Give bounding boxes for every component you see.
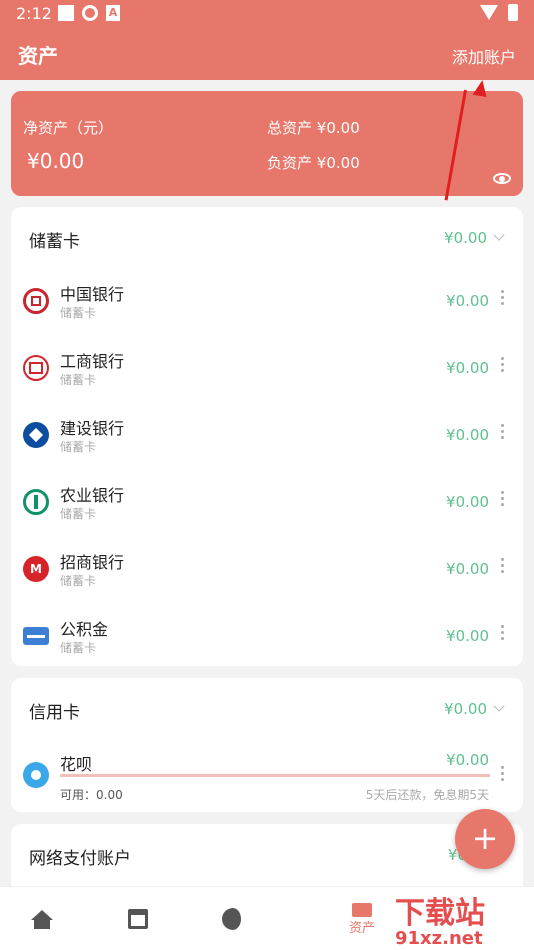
account-value: ¥0.00 [446, 426, 489, 444]
page-title: 资产 [18, 44, 58, 68]
wifi-icon [480, 5, 498, 20]
more-vert-icon[interactable] [501, 424, 505, 442]
status-time: 2:12 [16, 4, 52, 23]
app-bar: 资产 添加账户 [0, 28, 534, 80]
watermark-line2: 91xz.net [395, 928, 483, 949]
account-value: ¥0.00 [446, 292, 489, 310]
nav-home[interactable] [12, 887, 72, 950]
debt-assets-value: ¥0.00 [316, 154, 360, 172]
debt-assets-row: 负资产 ¥0.00 [267, 152, 360, 173]
account-row-boc[interactable]: 中国银行 储蓄卡 ¥0.00 [11, 266, 523, 333]
savings-section: 储蓄卡 ¥0.00 中国银行 储蓄卡 ¥0.00 工商银行 储蓄卡 ¥0.00 … [11, 207, 523, 666]
home-icon [31, 909, 53, 920]
status-system-icons [480, 4, 518, 21]
abc-logo-icon [23, 489, 49, 515]
calendar-icon [128, 909, 148, 929]
notification-square-icon [58, 5, 74, 21]
boc-logo-icon [23, 288, 49, 314]
savings-total: ¥0.00 [444, 229, 487, 247]
chevron-down-icon[interactable] [493, 700, 505, 712]
net-assets-value: ¥0.00 [27, 149, 85, 173]
more-vert-icon[interactable] [501, 625, 505, 643]
cmb-logo-icon: M [23, 556, 49, 582]
ccb-logo-icon [23, 422, 49, 448]
add-account-button[interactable]: 添加账户 [452, 44, 516, 68]
account-row-huabei[interactable]: 花呗 ¥0.00 可用：0.00 5天后还款，免息期5天 [11, 740, 523, 810]
more-vert-icon[interactable] [501, 766, 505, 784]
account-value: ¥0.00 [446, 627, 489, 645]
chevron-down-icon[interactable] [493, 229, 505, 241]
credit-available: 可用：0.00 [60, 788, 123, 802]
more-vert-icon[interactable] [501, 357, 505, 375]
watermark-line1: 下载站 [395, 896, 485, 931]
credit-usage-bar [60, 774, 490, 777]
annotation-arrow-head [472, 78, 490, 98]
add-fab-button[interactable]: + [455, 809, 515, 869]
status-bar: 2:12 A [0, 0, 534, 28]
account-name: 工商银行 [60, 352, 125, 371]
eye-icon[interactable] [493, 173, 511, 184]
credit-title: 信用卡 [29, 703, 80, 723]
more-vert-icon[interactable] [501, 558, 505, 576]
status-notification-icons: A [58, 5, 120, 21]
account-name: 中国银行 [60, 285, 125, 304]
more-vert-icon[interactable] [501, 290, 505, 308]
credit-section: 信用卡 ¥0.00 花呗 ¥0.00 可用：0.00 5天后还款，免息期5天 [11, 678, 523, 812]
asset-summary-card: 净资产（元） ¥0.00 总资产 ¥0.00 负资产 ¥0.00 [11, 91, 523, 196]
account-value: ¥0.00 [446, 493, 489, 511]
credit-total: ¥0.00 [444, 700, 487, 718]
savings-title: 储蓄卡 [29, 232, 80, 252]
assets-icon [352, 902, 372, 917]
debt-assets-label: 负资产 [267, 154, 313, 172]
watermark-logo: 下载站 91xz.net [395, 888, 485, 949]
total-assets-value: ¥0.00 [316, 119, 360, 137]
battery-icon [508, 4, 518, 21]
account-row-abc[interactable]: 农业银行 储蓄卡 ¥0.00 [11, 467, 523, 534]
more-vert-icon[interactable] [501, 491, 505, 509]
credit-repay-note: 5天后还款，免息期5天 [365, 788, 489, 802]
account-type: 储蓄卡 [60, 373, 97, 387]
account-value: ¥0.00 [446, 751, 489, 769]
icbc-logo-icon [23, 355, 49, 381]
account-name: 公积金 [60, 620, 109, 639]
card-icon [23, 627, 49, 645]
account-row-ccb[interactable]: 建设银行 储蓄卡 ¥0.00 [11, 400, 523, 467]
account-name: 花呗 [60, 755, 93, 774]
account-value: ¥0.00 [446, 560, 489, 578]
notification-circle-icon [82, 5, 98, 21]
nav-assets[interactable]: 资产 [332, 887, 392, 950]
nav-assets-label: 资产 [348, 920, 375, 936]
total-assets-label: 总资产 [267, 119, 313, 137]
account-type: 储蓄卡 [60, 507, 97, 521]
pie-chart-icon [222, 908, 244, 930]
net-assets-label: 净资产（元） [23, 119, 114, 137]
account-type: 储蓄卡 [60, 574, 97, 588]
account-type: 储蓄卡 [60, 641, 97, 655]
account-row-icbc[interactable]: 工商银行 储蓄卡 ¥0.00 [11, 333, 523, 400]
account-row-fund[interactable]: 公积金 储蓄卡 ¥0.00 [11, 601, 523, 668]
account-name: 农业银行 [60, 486, 125, 505]
account-type: 储蓄卡 [60, 306, 97, 320]
total-assets-row: 总资产 ¥0.00 [267, 117, 360, 138]
account-name: 建设银行 [60, 419, 125, 438]
account-value: ¥0.00 [446, 359, 489, 377]
huabei-logo-icon [23, 762, 49, 788]
account-name: 招商银行 [60, 553, 125, 572]
account-type: 储蓄卡 [60, 440, 97, 454]
nav-chart[interactable] [203, 887, 263, 950]
notification-a-icon: A [106, 5, 120, 21]
online-section: 网络支付账户 ¥0 [11, 824, 523, 894]
nav-calendar[interactable] [108, 887, 168, 950]
account-row-cmb[interactable]: M 招商银行 储蓄卡 ¥0.00 [11, 534, 523, 601]
online-title: 网络支付账户 [29, 849, 131, 869]
